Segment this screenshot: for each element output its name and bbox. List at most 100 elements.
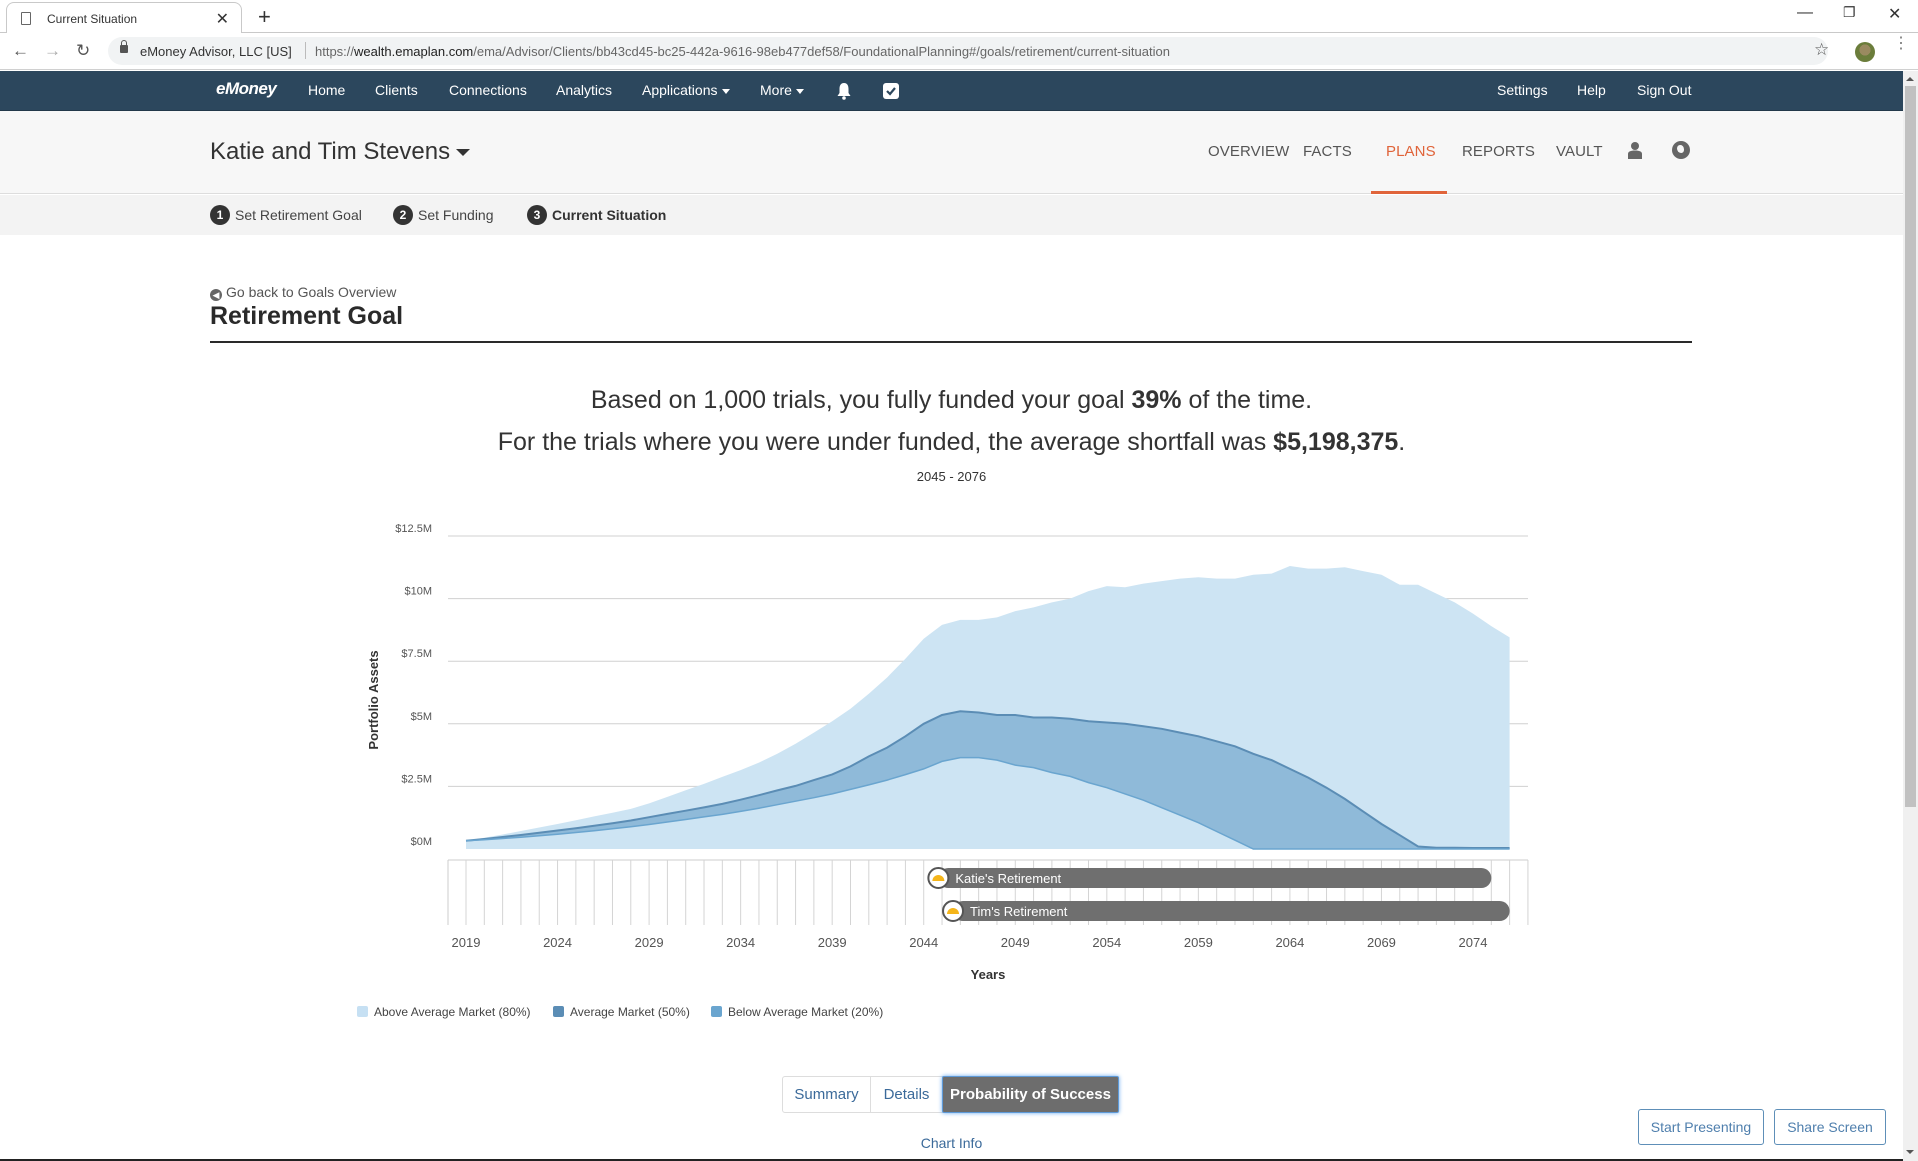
divider (305, 42, 306, 59)
y-tick-label: $7.5M (401, 648, 432, 660)
legend-swatch (357, 1006, 368, 1017)
legend-swatch (711, 1006, 722, 1017)
browser-menu-icon[interactable]: ⋮ (1893, 36, 1909, 52)
browser-tab[interactable]: Current Situation ✕ (6, 2, 242, 34)
nav-clients[interactable]: Clients (375, 82, 418, 98)
reload-icon[interactable]: ↻ (76, 41, 90, 61)
view-toggle: Summary Details Probability of Success (782, 1076, 1119, 1113)
nav-home[interactable]: Home (308, 82, 345, 98)
tasks-checkbox-icon[interactable] (883, 83, 899, 99)
x-tick-label: 2069 (1367, 935, 1396, 950)
caret-down-icon (456, 149, 471, 157)
legend-swatch (553, 1006, 564, 1017)
legend-average[interactable]: Average Market (50%) (553, 1005, 690, 1019)
x-tick-label: 2039 (818, 935, 847, 950)
close-tab-icon[interactable]: ✕ (216, 9, 229, 29)
nav-more[interactable]: More (760, 82, 804, 98)
client-header: Katie and Tim Stevens OVERVIEW FACTS PLA… (0, 111, 1903, 194)
page-title: Retirement Goal (210, 302, 404, 330)
nav-applications[interactable]: Applications (642, 82, 730, 98)
lock-icon (120, 40, 128, 53)
document-icon (21, 12, 31, 25)
app-nav-bar: eMoney Home Clients Connections Analytic… (0, 71, 1903, 111)
tab-facts[interactable]: FACTS (1303, 143, 1352, 160)
scroll-up-arrow[interactable] (1906, 77, 1914, 81)
y-tick-label: $2.5M (401, 773, 432, 785)
shortfall-amount: $5,198,375 (1273, 428, 1399, 456)
start-presenting-button[interactable]: Start Presenting (1638, 1109, 1764, 1145)
minimize-icon[interactable]: — (1797, 4, 1813, 22)
date-range: 2045 - 2076 (916, 469, 987, 484)
y-axis-ticks: $0M $2.5M $5M $7.5M $10M $12.5M (395, 523, 432, 848)
y-tick-label: $10M (404, 586, 432, 598)
shortfall-summary: For the trials where you were under fund… (497, 428, 1406, 456)
browser-tab-bar: Current Situation ✕ + — ❐ ✕ (0, 0, 1918, 34)
tab-reports[interactable]: REPORTS (1462, 143, 1535, 160)
caret-down-icon (795, 88, 804, 94)
scroll-down-arrow[interactable] (1906, 1150, 1914, 1154)
forward-arrow-icon[interactable]: → (44, 41, 61, 61)
x-tick-label: 2059 (1184, 935, 1213, 950)
client-name-dropdown[interactable]: Katie and Tim Stevens (210, 138, 471, 166)
step-set-funding[interactable]: 2 Set Funding (393, 205, 494, 225)
x-tick-label: 2044 (909, 935, 938, 950)
globe-icon[interactable] (1672, 141, 1690, 159)
chart-info-link[interactable]: Chart Info (0, 1135, 1903, 1151)
probability-of-success-button[interactable]: Probability of Success (942, 1076, 1119, 1113)
y-tick-label: $12.5M (395, 523, 432, 535)
legend-above-average[interactable]: Above Average Market (80%) (357, 1005, 531, 1019)
tab-title: Current Situation (47, 12, 138, 26)
y-axis-label: Portfolio Assets (366, 650, 381, 749)
profile-avatar[interactable] (1855, 42, 1875, 62)
title-divider (210, 341, 1692, 343)
x-tick-label: 2074 (1459, 935, 1488, 950)
milestone-tim-retirement[interactable]: Tim's Retirement (942, 900, 1510, 922)
planning-steps: 1 Set Retirement Goal 2 Set Funding 3 Curre… (0, 195, 1903, 235)
x-tick-label: 2019 (452, 935, 481, 950)
step-current-situation[interactable]: 3 Current Situation (527, 205, 666, 225)
milestone-katie-retirement[interactable]: Katie's Retirement (927, 867, 1492, 889)
url-field[interactable]: eMoney Advisor, LLC [US] https://wealth.… (108, 37, 1828, 65)
y-tick-label: $5M (411, 711, 432, 723)
window-close-icon[interactable]: ✕ (1888, 4, 1901, 24)
url-text: https://wealth.emaplan.com/ema/Advisor/C… (315, 44, 1170, 59)
x-tick-label: 2034 (726, 935, 755, 950)
person-icon[interactable] (1628, 141, 1642, 159)
tab-overview[interactable]: OVERVIEW (1208, 143, 1289, 160)
active-tab-indicator (1371, 191, 1447, 194)
nav-connections[interactable]: Connections (449, 82, 527, 98)
tab-plans[interactable]: PLANS (1386, 143, 1436, 160)
step-set-retirement-goal[interactable]: 1 Set Retirement Goal (210, 205, 362, 225)
legend-below-average[interactable]: Below Average Market (20%) (711, 1005, 883, 1019)
milestone-label: Katie's Retirement (955, 871, 1061, 886)
bookmark-star-icon[interactable]: ☆ (1814, 40, 1829, 60)
x-tick-label: 2029 (635, 935, 664, 950)
x-tick-label: 2054 (1092, 935, 1121, 950)
back-arrow-icon[interactable]: ← (12, 41, 29, 61)
tab-vault[interactable]: VAULT (1556, 143, 1603, 160)
emoney-logo[interactable]: eMoney (216, 79, 277, 99)
new-tab-button[interactable]: + (258, 4, 271, 30)
success-summary: Based on 1,000 trials, you fully funded … (590, 386, 1313, 414)
back-to-goals-link[interactable]: ◀ Go back to Goals Overview (210, 284, 396, 301)
x-tick-label: 2064 (1275, 935, 1304, 950)
milestone-label: Tim's Retirement (970, 904, 1068, 919)
nav-analytics[interactable]: Analytics (556, 82, 612, 98)
nav-settings[interactable]: Settings (1497, 82, 1548, 98)
summary-button[interactable]: Summary (783, 1077, 871, 1112)
restore-icon[interactable]: ❐ (1843, 4, 1856, 21)
nav-sign-out[interactable]: Sign Out (1637, 82, 1691, 98)
x-tick-label: 2049 (1001, 935, 1030, 950)
series-areas (465, 566, 1510, 850)
scrollbar-thumb[interactable] (1905, 86, 1916, 807)
bell-icon[interactable] (836, 82, 852, 100)
address-bar: ← → ↻ eMoney Advisor, LLC [US] https://w… (0, 33, 1918, 70)
caret-down-icon (721, 88, 730, 94)
x-axis-ticks: 2019 2024 2029 2034 2039 2044 2049 2054 2059 2064… (452, 935, 1488, 950)
nav-help[interactable]: Help (1577, 82, 1606, 98)
share-screen-button[interactable]: Share Screen (1774, 1109, 1886, 1145)
x-tick-label: 2024 (543, 935, 572, 950)
y-tick-label: $0M (411, 836, 432, 848)
circle-arrow-left-icon: ◀ (210, 289, 222, 301)
details-button[interactable]: Details (871, 1077, 942, 1112)
